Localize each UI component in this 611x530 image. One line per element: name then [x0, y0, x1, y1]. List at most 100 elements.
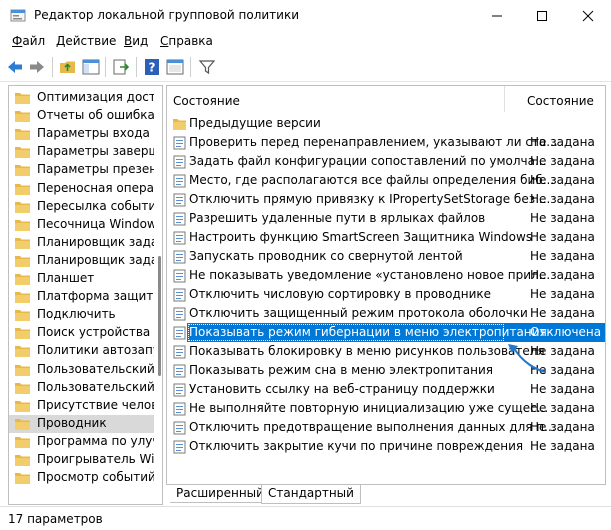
tree-item[interactable]: Поиск устройства	[9, 324, 154, 342]
policy-setting-icon	[173, 383, 186, 397]
export-list-button[interactable]	[112, 58, 130, 76]
menu-view[interactable]: Вид	[124, 34, 148, 48]
setting-state: Не задана	[530, 306, 595, 320]
setting-name: Не выполняйте повторную инициализацию уж…	[189, 401, 549, 415]
tree-item[interactable]: Параметры презентации	[9, 161, 154, 179]
list-folder-row[interactable]: Предыдущие версии	[167, 114, 605, 133]
group-policy-app-icon	[10, 9, 26, 22]
setting-state: Не задана	[530, 249, 595, 263]
tab-extended[interactable]: Расширенный	[170, 485, 270, 503]
tree-item[interactable]: Отчеты об ошибках Windows	[9, 107, 154, 125]
toolbar-separator	[105, 57, 106, 77]
export-list-icon	[113, 59, 130, 75]
tree-item[interactable]: Программа по улучшению	[9, 433, 154, 451]
tree-item-label: Параметры завершения работы	[37, 144, 154, 159]
policy-setting-icon	[173, 212, 186, 226]
setting-state: Не задана	[530, 287, 595, 301]
column-header-state-label: Состояние	[527, 94, 594, 108]
setting-name: Отключить защищенный режим протокола обо…	[189, 306, 528, 320]
setting-state: Не задана	[530, 173, 595, 187]
setting-row[interactable]: Проверить перед перенаправлением, указыв…	[167, 133, 605, 152]
close-button[interactable]	[565, 0, 611, 32]
setting-row[interactable]: Установить ссылку на веб-страницу поддер…	[167, 380, 605, 399]
menu-action-rest: ействие	[65, 34, 117, 48]
help-button[interactable]: ?	[143, 58, 161, 76]
up-folder-button[interactable]	[59, 58, 77, 76]
tree-item[interactable]: Пользовательский интерфейс	[9, 361, 154, 379]
show-hide-tree-button[interactable]	[82, 58, 100, 76]
setting-row[interactable]: Задать файл конфигурации сопоставлений п…	[167, 152, 605, 171]
back-button[interactable]	[6, 58, 24, 76]
setting-row[interactable]: Разрешить удаленные пути в ярлыках файло…	[167, 209, 605, 228]
setting-row[interactable]: Отключить прямую привязку к IPropertySet…	[167, 190, 605, 209]
folder-icon	[15, 274, 30, 285]
setting-row[interactable]: Не выполняйте повторную инициализацию уж…	[167, 399, 605, 418]
setting-row[interactable]: Отключить предотвращение выполнения данн…	[167, 418, 605, 437]
setting-row[interactable]: Отключить числовую сортировку в проводни…	[167, 285, 605, 304]
tree-item[interactable]: Присутствие человека	[9, 397, 154, 415]
maximize-icon	[537, 11, 547, 21]
tree-item[interactable]: Планировщик заданий	[9, 234, 154, 252]
folder-icon	[15, 455, 30, 466]
forward-button[interactable]	[28, 58, 46, 76]
menu-help[interactable]: Справка	[160, 34, 213, 48]
setting-name: Показывать режим гибернации в меню элект…	[189, 325, 547, 339]
tree-scrollbar[interactable]	[155, 86, 162, 504]
folder-icon	[15, 93, 30, 104]
tree-item-label: Просмотр событий	[37, 470, 154, 485]
setting-row[interactable]: Запускать проводник со свернутой лентой Н…	[167, 247, 605, 266]
tree-item-label: Планировщик заданий 2	[37, 252, 154, 267]
tree-item[interactable]: Параметры входа Windows	[9, 125, 154, 143]
settings-list[interactable]: Состояние Состояние Предыдущие версии Про…	[166, 85, 606, 485]
setting-state: Не задана	[530, 192, 595, 206]
tree-item[interactable]: Подключить	[9, 306, 154, 324]
tree-item[interactable]: Переносная операционная система	[9, 180, 154, 198]
setting-row[interactable]: Не показывать уведомление «установлено н…	[167, 266, 605, 285]
tree-scrollbar-thumb[interactable]	[158, 256, 161, 376]
tree-item-label: Пользовательский интерфейс 2	[37, 379, 154, 394]
folder-icon	[15, 364, 30, 376]
tree-item[interactable]: Платформа защиты	[9, 288, 154, 306]
setting-state: Отключена	[530, 325, 602, 339]
menu-file[interactable]: Файл	[12, 34, 45, 48]
policy-setting-icon	[173, 402, 186, 416]
status-text: 17 параметров	[8, 512, 103, 526]
folder-icon	[15, 473, 30, 485]
setting-row[interactable]: Отключить защищенный режим протокола обо…	[167, 304, 605, 323]
tree-item[interactable]: Параметры завершения работы	[9, 143, 154, 161]
folder-icon	[15, 237, 30, 249]
setting-row[interactable]: Место, где располагаются все файлы опред…	[167, 171, 605, 190]
tree-pane[interactable]: Оптимизация доставки Отчеты об ошибках Wi…	[8, 85, 163, 505]
properties-button[interactable]	[166, 58, 184, 76]
menu-view-accel: В	[124, 34, 133, 48]
column-header-name-label: Состояние	[173, 94, 240, 108]
tree-item[interactable]: Планшет	[9, 270, 154, 288]
column-header-name[interactable]: Состояние	[167, 86, 505, 112]
tree-item[interactable]: Просмотр событий	[9, 469, 154, 487]
help-icon: ?	[145, 59, 159, 75]
menu-action[interactable]: Действие	[56, 34, 116, 48]
setting-name: Показывать блокировку в меню рисунков по…	[189, 344, 545, 358]
minimize-button[interactable]	[474, 0, 520, 32]
tree-item[interactable]: Пересылка событий	[9, 198, 154, 216]
show-hide-tree-icon	[82, 59, 100, 75]
setting-row[interactable]: Настроить функцию SmartScreen Защитника …	[167, 228, 605, 247]
tree-item[interactable]: Пользовательский интерфейс 2	[9, 379, 154, 397]
column-header-state[interactable]: Состояние	[505, 86, 605, 112]
maximize-button[interactable]	[519, 0, 565, 32]
tree-item-label: Пересылка событий	[37, 198, 154, 213]
setting-name: Показывать режим сна в меню электропитан…	[189, 363, 493, 377]
tree-item[interactable]: Проводник	[9, 414, 154, 433]
setting-row[interactable]: Отключить закрытие кучи по причине повре…	[167, 437, 605, 456]
tree-item[interactable]: Планировщик заданий 2	[9, 252, 154, 270]
tree-item[interactable]: Проигрыватель Windows	[9, 451, 154, 469]
folder-icon	[15, 292, 30, 304]
setting-state: Не задана	[530, 268, 595, 282]
status-bar: 17 параметров	[0, 506, 611, 530]
filter-button[interactable]	[198, 58, 216, 76]
tree-item[interactable]: Песочница Windows	[9, 216, 154, 234]
folder-icon	[15, 255, 30, 267]
tab-standard[interactable]: Стандартный	[261, 485, 361, 504]
tree-item[interactable]: Политики автозапуска	[9, 342, 154, 360]
tree-item[interactable]: Оптимизация доставки	[9, 89, 154, 107]
